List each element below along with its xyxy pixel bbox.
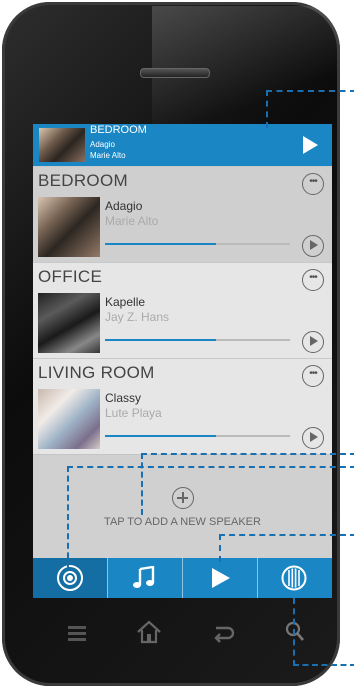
artist-name: Jay Z. Hans [105, 310, 170, 324]
menu-icon[interactable] [66, 624, 88, 642]
play-circle-icon[interactable] [302, 331, 324, 353]
more-options-icon[interactable]: ••• [302, 269, 324, 291]
home-icon[interactable] [136, 620, 162, 644]
target-icon [57, 565, 83, 591]
speaker-card-living-room[interactable]: LIVING ROOM ••• Classy Lute Playa [33, 358, 332, 455]
song-title: Classy [105, 391, 142, 405]
now-playing-room: BEDROOM [90, 124, 147, 136]
song-title: Kapelle [105, 295, 146, 309]
play-circle-icon[interactable] [302, 235, 324, 257]
speaker-card-office[interactable]: OFFICE ••• Kapelle Jay Z. Hans [33, 262, 332, 359]
album-art [38, 197, 100, 257]
progress-track[interactable] [105, 339, 290, 341]
artist-name: Lute Playa [105, 406, 162, 420]
speaker-grille-icon [281, 565, 307, 591]
album-art [38, 389, 100, 449]
callout-line-play-tab [219, 534, 354, 562]
callout-line-speaker-tab [293, 598, 354, 666]
artist-name: Marie Alto [105, 214, 159, 228]
more-options-icon[interactable]: ••• [302, 365, 324, 387]
album-art [38, 293, 100, 353]
earpiece-speaker [140, 68, 210, 78]
song-title: Adagio [105, 199, 143, 213]
progress-track[interactable] [105, 435, 290, 437]
now-playing-album-art [39, 128, 85, 162]
progress-fill [105, 243, 216, 245]
speaker-room-label: BEDROOM [38, 171, 128, 190]
speaker-room-label: LIVING ROOM [38, 363, 155, 382]
more-options-icon[interactable]: ••• [302, 173, 324, 195]
play-icon [212, 568, 230, 588]
progress-track[interactable] [105, 243, 290, 245]
callout-line-now-playing [266, 90, 354, 128]
play-icon[interactable] [303, 136, 318, 154]
now-playing-artist: Marie Alto [90, 151, 126, 160]
music-note-icon [133, 566, 155, 588]
now-playing-bar[interactable]: BEDROOM Adagio Marie Alto [33, 124, 332, 166]
now-playing-song: Adagio [90, 140, 115, 149]
play-circle-icon[interactable] [302, 427, 324, 449]
progress-fill [105, 339, 216, 341]
speaker-room-label: OFFICE [38, 267, 103, 286]
speaker-card-bedroom[interactable]: BEDROOM ••• Adagio Marie Alto [33, 166, 332, 263]
progress-fill [105, 435, 216, 437]
back-icon[interactable] [212, 624, 236, 644]
